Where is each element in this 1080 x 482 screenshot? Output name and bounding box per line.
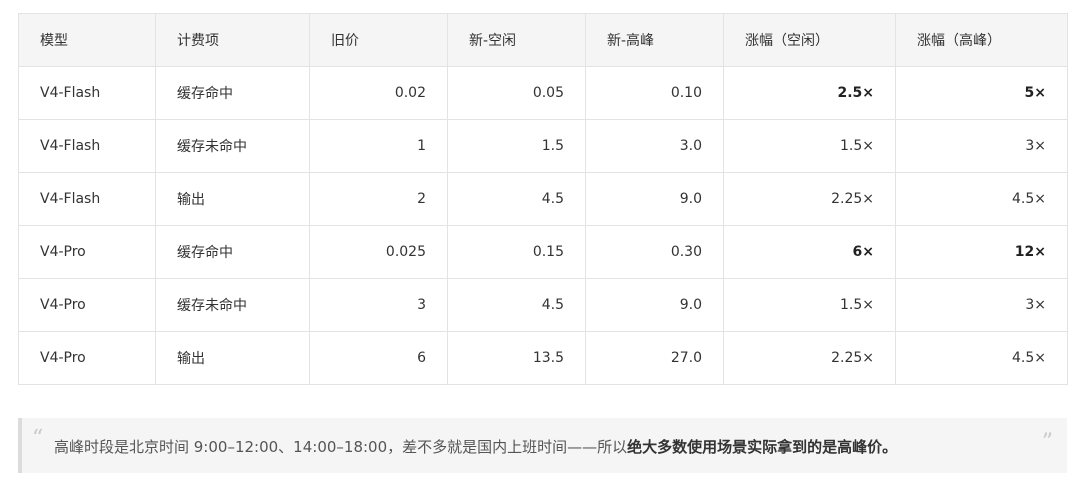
header-model: 模型	[18, 13, 156, 67]
cell-model: V4-Flash	[18, 119, 156, 173]
cell-new-peak: 0.30	[585, 225, 724, 279]
open-quote-icon: “	[32, 426, 44, 451]
cell-increase-peak: 3×	[895, 119, 1068, 173]
cell-new-peak: 0.10	[585, 66, 724, 120]
close-quote-icon: ”	[1041, 430, 1053, 455]
cell-old-price: 3	[309, 278, 448, 332]
cell-new-idle: 1.5	[447, 119, 586, 173]
header-old-price: 旧价	[309, 13, 448, 67]
header-increase-idle: 涨幅（空闲）	[723, 13, 896, 67]
table-row: V4-Pro 输出 6 13.5 27.0 2.25× 4.5×	[18, 331, 1068, 385]
cell-increase-idle: 1.5×	[723, 119, 896, 173]
cell-new-idle: 4.5	[447, 278, 586, 332]
cell-new-idle: 13.5	[447, 331, 586, 385]
cell-new-idle: 0.15	[447, 225, 586, 279]
blockquote-note: “ 高峰时段是北京时间 9:00–12:00、14:00–18:00，差不多就是…	[18, 418, 1067, 473]
cell-increase-idle: 6×	[723, 225, 896, 279]
table-row: V4-Flash 输出 2 4.5 9.0 2.25× 4.5×	[18, 172, 1068, 226]
table-row: V4-Pro 缓存命中 0.025 0.15 0.30 6× 12×	[18, 225, 1068, 279]
quote-text: 高峰时段是北京时间 9:00–12:00、14:00–18:00，差不多就是国内…	[54, 436, 897, 457]
cell-billing-item: 缓存命中	[155, 66, 310, 120]
cell-model: V4-Pro	[18, 225, 156, 279]
cell-increase-peak: 5×	[895, 66, 1068, 120]
cell-increase-peak: 12×	[895, 225, 1068, 279]
cell-model: V4-Pro	[18, 278, 156, 332]
cell-new-idle: 4.5	[447, 172, 586, 226]
table-row: V4-Pro 缓存未命中 3 4.5 9.0 1.5× 3×	[18, 278, 1068, 332]
table-row: V4-Flash 缓存未命中 1 1.5 3.0 1.5× 3×	[18, 119, 1068, 173]
price-comparison-table: 模型 计费项 旧价 新-空闲 新-高峰 涨幅（空闲） 涨幅（高峰） V4-Fla…	[18, 13, 1068, 385]
cell-new-peak: 27.0	[585, 331, 724, 385]
quote-text-emphasis: 绝大多数使用场景实际拿到的是高峰价。	[627, 438, 898, 456]
cell-old-price: 0.025	[309, 225, 448, 279]
cell-increase-peak: 4.5×	[895, 172, 1068, 226]
cell-increase-idle: 1.5×	[723, 278, 896, 332]
cell-billing-item: 输出	[155, 172, 310, 226]
cell-billing-item: 缓存未命中	[155, 278, 310, 332]
cell-new-idle: 0.05	[447, 66, 586, 120]
cell-model: V4-Flash	[18, 172, 156, 226]
cell-old-price: 2	[309, 172, 448, 226]
cell-old-price: 1	[309, 119, 448, 173]
cell-increase-peak: 3×	[895, 278, 1068, 332]
header-new-idle: 新-空闲	[447, 13, 586, 67]
header-new-peak: 新-高峰	[585, 13, 724, 67]
header-increase-peak: 涨幅（高峰）	[895, 13, 1068, 67]
cell-increase-idle: 2.5×	[723, 66, 896, 120]
cell-new-peak: 3.0	[585, 119, 724, 173]
cell-increase-peak: 4.5×	[895, 331, 1068, 385]
header-billing-item: 计费项	[155, 13, 310, 67]
cell-new-peak: 9.0	[585, 172, 724, 226]
cell-old-price: 0.02	[309, 66, 448, 120]
cell-model: V4-Pro	[18, 331, 156, 385]
cell-billing-item: 缓存未命中	[155, 119, 310, 173]
table-row: V4-Flash 缓存命中 0.02 0.05 0.10 2.5× 5×	[18, 66, 1068, 120]
cell-increase-idle: 2.25×	[723, 172, 896, 226]
table-header-row: 模型 计费项 旧价 新-空闲 新-高峰 涨幅（空闲） 涨幅（高峰）	[18, 13, 1068, 67]
cell-old-price: 6	[309, 331, 448, 385]
quote-text-plain: 高峰时段是北京时间 9:00–12:00、14:00–18:00，差不多就是国内…	[54, 438, 628, 456]
cell-new-peak: 9.0	[585, 278, 724, 332]
cell-increase-idle: 2.25×	[723, 331, 896, 385]
cell-billing-item: 缓存命中	[155, 225, 310, 279]
cell-billing-item: 输出	[155, 331, 310, 385]
cell-model: V4-Flash	[18, 66, 156, 120]
